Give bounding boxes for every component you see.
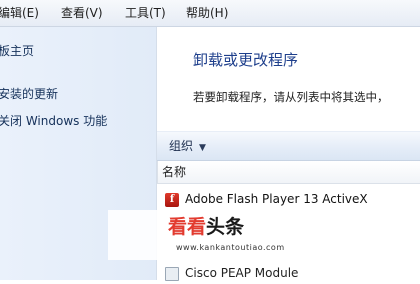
organize-label: 组织 bbox=[169, 139, 194, 153]
nav-link-control-panel-home[interactable]: 板主页 bbox=[0, 44, 34, 59]
nav-link-windows-features[interactable]: 关闭 Windows 功能 bbox=[0, 114, 107, 129]
watermark-url: www.kankantoutiao.com bbox=[176, 243, 285, 252]
watermark-brand-black: 头条 bbox=[206, 216, 245, 238]
program-row[interactable]: f Adobe Flash Player 13 ActiveX bbox=[157, 190, 420, 210]
toolbar: 组织 ▼ bbox=[157, 131, 420, 161]
watermark: 看看头条 www.kankantoutiao.com bbox=[108, 210, 363, 260]
organize-button[interactable]: 组织 ▼ bbox=[163, 136, 212, 156]
watermark-logo: 看看头条 bbox=[168, 216, 244, 238]
program-name: Cisco PEAP Module bbox=[185, 266, 299, 280]
watermark-brand-red: 看看 bbox=[168, 216, 207, 238]
program-row[interactable]: Cisco PEAP Module bbox=[157, 264, 420, 284]
page-title: 卸载或更改程序 bbox=[193, 51, 299, 69]
column-header-name[interactable]: 名称 bbox=[162, 165, 186, 179]
program-name: Adobe Flash Player 13 ActiveX bbox=[185, 192, 368, 206]
column-divider bbox=[157, 161, 158, 183]
page-description: 若要卸载程序，请从列表中将其选中， bbox=[193, 90, 389, 104]
flash-icon: f bbox=[165, 193, 179, 207]
nav-link-installed-updates[interactable]: 安装的更新 bbox=[0, 87, 58, 102]
column-header: 名称 bbox=[157, 161, 420, 184]
menu-edit[interactable]: 编辑(E) bbox=[0, 6, 39, 20]
chevron-down-icon: ▼ bbox=[199, 143, 206, 153]
menu-help[interactable]: 帮助(H) bbox=[186, 6, 228, 20]
program-icon bbox=[165, 267, 179, 281]
menu-view[interactable]: 查看(V) bbox=[61, 6, 103, 20]
menu-tools[interactable]: 工具(T) bbox=[125, 6, 166, 20]
menu-bar: 编辑(E) 查看(V) 工具(T) 帮助(H) bbox=[0, 0, 420, 27]
